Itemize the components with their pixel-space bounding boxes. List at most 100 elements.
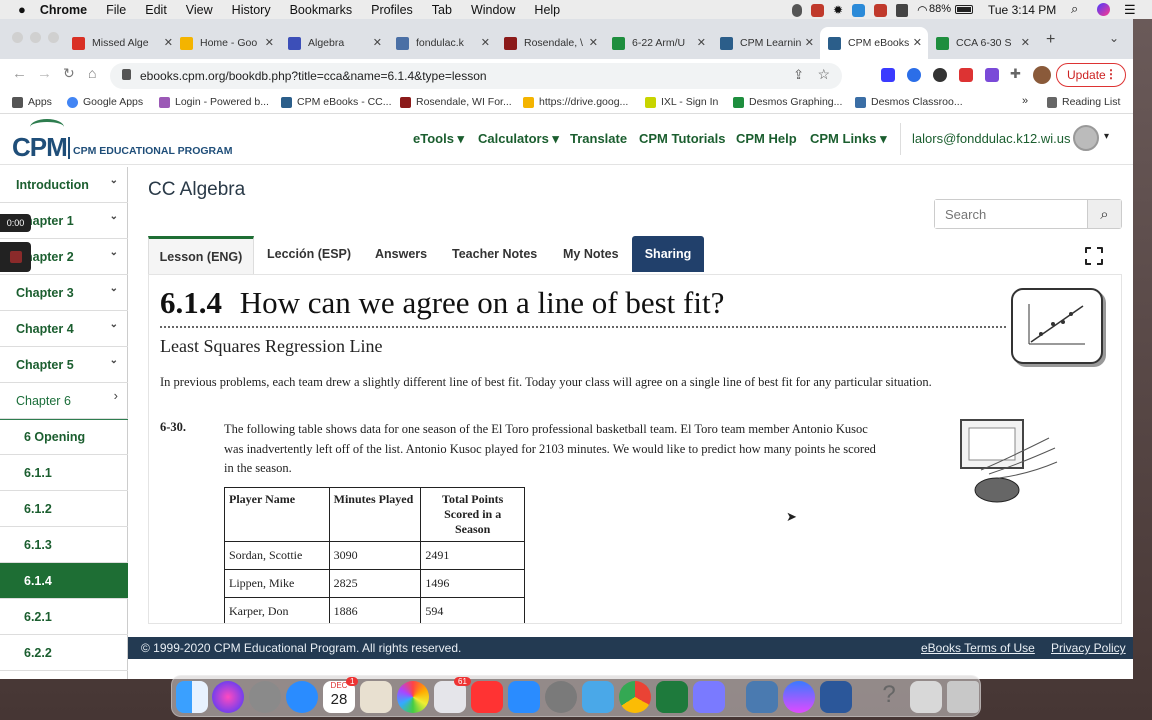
tab-search-chevron-icon[interactable]: ⌄: [1109, 31, 1119, 45]
sidebar-item-6-1-1[interactable]: 6.1.1: [0, 455, 128, 491]
close-tab-icon[interactable]: ✕: [805, 36, 814, 49]
profile-avatar[interactable]: [1033, 66, 1051, 84]
spotlight-search-icon[interactable]: ⌕: [1071, 1, 1078, 17]
chrome-update-button[interactable]: Update ⋮: [1056, 63, 1126, 87]
wifi-icon[interactable]: ◠: [917, 3, 927, 17]
bookmark-apps[interactable]: Apps: [12, 96, 52, 108]
browser-tab[interactable]: fondulac.k ✕: [388, 27, 496, 59]
share-icon[interactable]: ⇪: [793, 67, 804, 83]
messenger-icon[interactable]: [783, 681, 815, 713]
close-tab-icon[interactable]: ✕: [481, 36, 490, 49]
reload-icon[interactable]: ↻: [63, 65, 75, 82]
forward-arrow-icon[interactable]: →: [37, 65, 52, 82]
fullscreen-icon[interactable]: [1084, 246, 1104, 266]
sidebar-item-chapter-4[interactable]: Chapter 4 ⌄: [0, 311, 128, 347]
siri-icon[interactable]: [212, 681, 244, 713]
menu-profiles[interactable]: Profiles: [371, 3, 413, 17]
bookmark-desmos-graphing[interactable]: Desmos Graphing...: [733, 96, 842, 108]
bookmark-star-icon[interactable]: ☆: [817, 66, 830, 83]
battery-icon[interactable]: [955, 5, 973, 14]
menu-file[interactable]: File: [106, 3, 126, 17]
sidebar-item-6-1-2[interactable]: 6.1.2: [0, 491, 128, 527]
recorder-timer[interactable]: 0:00: [0, 214, 31, 232]
close-tab-icon[interactable]: ✕: [265, 36, 274, 49]
browser-tab[interactable]: Algebra ✕: [280, 27, 388, 59]
nav-translate[interactable]: Translate: [570, 131, 627, 146]
nav-cpm-links[interactable]: CPM Links ▾: [810, 131, 887, 147]
menu-history[interactable]: History: [232, 3, 271, 17]
sidebar-item-chapter-6[interactable]: Chapter 6 ›: [0, 383, 128, 419]
notes-pen-icon[interactable]: [582, 681, 614, 713]
tab-sharing[interactable]: Sharing: [632, 236, 704, 272]
extensions-puzzle-icon[interactable]: ✚: [1010, 66, 1021, 82]
cpm-logo[interactable]: CPM CPM EDUCATIONAL PROGRAM: [12, 119, 232, 162]
menu-view[interactable]: View: [186, 3, 213, 17]
menu-app-name[interactable]: Chrome: [40, 3, 87, 17]
browser-tab[interactable]: Home - Goo ✕: [172, 27, 280, 59]
extension-icon-c[interactable]: [881, 68, 895, 82]
bookmark-desmos-classroom[interactable]: Desmos Classroo...: [855, 96, 963, 108]
extension-icon-multi[interactable]: [985, 68, 999, 82]
browser-tab[interactable]: CPM Learnin ✕: [712, 27, 820, 59]
tab-answers[interactable]: Answers: [375, 236, 427, 272]
menu-bookmarks[interactable]: Bookmarks: [290, 3, 353, 17]
zoom-window-button[interactable]: [48, 32, 59, 43]
trash-icon[interactable]: [947, 681, 979, 713]
more-bookmarks-chevron-icon[interactable]: »: [1022, 95, 1028, 107]
user-menu-caret-icon[interactable]: ▾: [1104, 131, 1109, 142]
sidebar-item-6-1-4-active[interactable]: 6.1.4: [0, 563, 128, 599]
extension-icon-b[interactable]: [907, 68, 921, 82]
status-icon-blue[interactable]: [852, 3, 866, 17]
app-store-icon[interactable]: [508, 681, 540, 713]
preview-icon[interactable]: [360, 681, 392, 713]
bookmark-drive[interactable]: https://drive.goog...: [523, 96, 628, 108]
browser-tab[interactable]: 6-22 Arm/U ✕: [604, 27, 712, 59]
bookmark-google-apps[interactable]: Google Apps: [67, 96, 143, 108]
recorder-stop-button[interactable]: [0, 242, 31, 272]
photos-icon[interactable]: [397, 681, 429, 713]
back-arrow-icon[interactable]: ←: [12, 65, 27, 82]
sidebar-item-6-2-2[interactable]: 6.2.2: [0, 635, 128, 671]
sidebar-item-6-opening[interactable]: 6 Opening: [0, 419, 128, 455]
reading-list-button[interactable]: Reading List: [1047, 96, 1120, 108]
new-tab-button[interactable]: +: [1046, 31, 1055, 49]
nav-cpm-help[interactable]: CPM Help: [736, 131, 797, 146]
menu-tab[interactable]: Tab: [432, 3, 452, 17]
bookmark-ixl[interactable]: IXL - Sign In: [645, 96, 718, 108]
status-icon-record[interactable]: [874, 3, 888, 17]
close-tab-icon[interactable]: ✕: [373, 36, 382, 49]
home-icon[interactable]: ⌂: [88, 65, 96, 81]
footer-privacy-link[interactable]: Privacy Policy: [1051, 641, 1126, 655]
close-tab-icon[interactable]: ✕: [1021, 36, 1030, 49]
browser-tab[interactable]: CCA 6-30 S ✕: [928, 27, 1036, 59]
close-tab-icon[interactable]: ✕: [697, 36, 706, 49]
browser-tab[interactable]: Missed Alge ✕: [64, 27, 179, 59]
user-avatar-icon[interactable]: [1073, 125, 1099, 151]
gear-icon[interactable]: ✹: [833, 3, 843, 17]
documents-stack-icon[interactable]: [910, 681, 942, 713]
apple-menu-icon[interactable]: ●: [18, 2, 26, 17]
browser-tab[interactable]: Rosendale, \ ✕: [496, 27, 604, 59]
search-button[interactable]: ⌕: [1087, 200, 1121, 228]
address-bar[interactable]: ebooks.cpm.org/bookdb.php?title=cca&name…: [110, 63, 842, 89]
preview-photos-icon[interactable]: [746, 681, 778, 713]
sidebar-item-6-1-3[interactable]: 6.1.3: [0, 527, 128, 563]
menu-clock[interactable]: Tue 3:14 PM: [988, 3, 1056, 17]
close-window-button[interactable]: [12, 32, 23, 43]
tab-my-notes[interactable]: My Notes: [563, 236, 619, 272]
launchpad-icon[interactable]: [249, 681, 281, 713]
microphone-icon[interactable]: [792, 3, 802, 17]
bookmark-login[interactable]: Login - Powered b...: [159, 96, 269, 108]
bookmark-cpm-ebooks[interactable]: CPM eBooks - CC...: [281, 96, 392, 108]
sidebar-item-chapter-3[interactable]: Chapter 3 ⌄: [0, 275, 128, 311]
safari-icon[interactable]: [286, 681, 318, 713]
finder-icon[interactable]: [176, 681, 208, 713]
status-icon-red[interactable]: [811, 3, 824, 17]
browser-tab-active[interactable]: CPM eBooks ✕: [820, 27, 928, 59]
sidebar-item-introduction[interactable]: Introduction ⌄: [0, 167, 128, 203]
system-preferences-icon[interactable]: [545, 681, 577, 713]
user-email[interactable]: lalors@fonddulac.k12.wi.us: [912, 131, 1070, 146]
news-icon[interactable]: [471, 681, 503, 713]
nav-calculators[interactable]: Calculators ▾: [478, 131, 559, 147]
word-icon[interactable]: [820, 681, 852, 713]
